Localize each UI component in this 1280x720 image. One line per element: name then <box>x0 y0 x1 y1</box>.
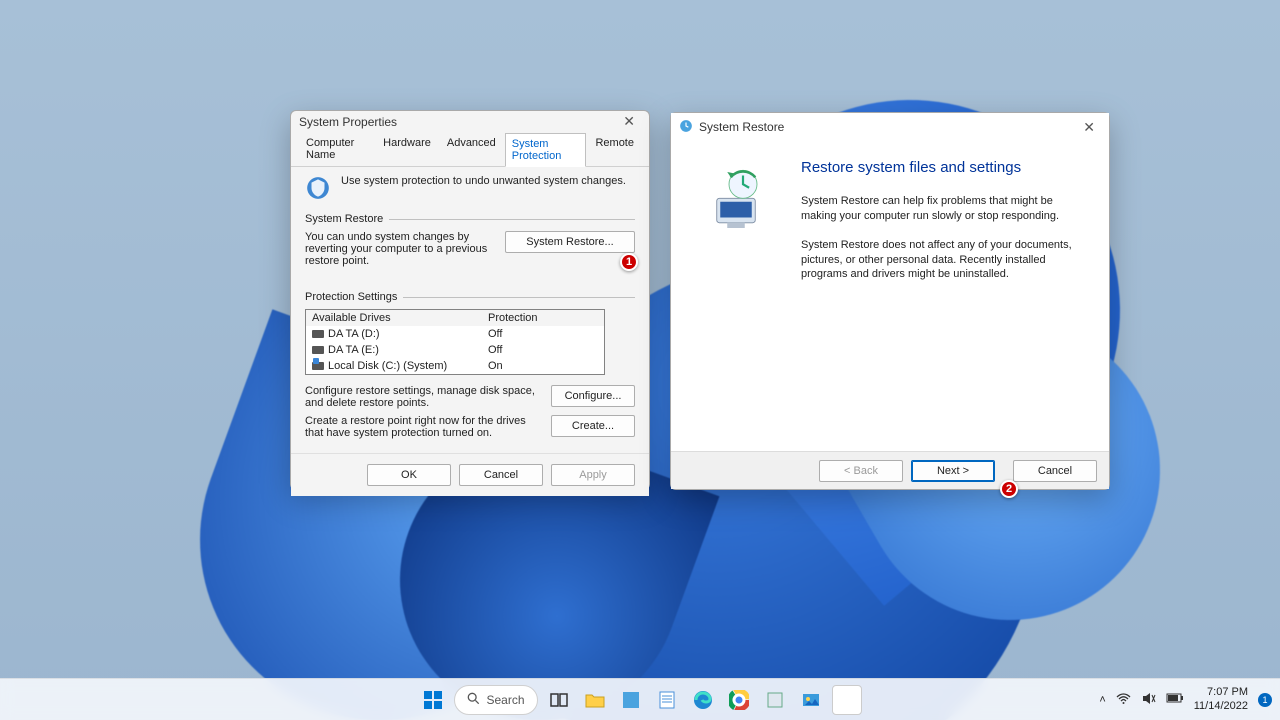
tab-computer-name[interactable]: Computer Name <box>299 132 374 166</box>
disk-icon <box>312 362 324 370</box>
create-button[interactable]: Create... <box>551 415 635 437</box>
table-row[interactable]: DA TA (E:) Off <box>306 342 604 358</box>
task-view-icon[interactable] <box>544 685 574 715</box>
restore-icon <box>679 119 693 136</box>
shield-icon <box>305 175 331 201</box>
wizard-text-1: System Restore can help fix problems tha… <box>801 194 1085 224</box>
notification-badge[interactable]: 1 <box>1258 693 1272 707</box>
close-icon[interactable]: ✕ <box>1077 117 1101 138</box>
back-button: < Back <box>819 460 903 482</box>
search-box[interactable]: Search <box>454 685 537 715</box>
create-description: Create a restore point right now for the… <box>305 415 539 439</box>
callout-badge-1: 1 <box>620 253 638 271</box>
close-icon[interactable]: ✕ <box>617 111 641 132</box>
date-text: 11/14/2022 <box>1194 700 1248 713</box>
next-button[interactable]: Next > <box>911 460 995 482</box>
wizard-graphic <box>671 141 801 451</box>
wizard-heading: Restore system files and settings <box>801 159 1085 176</box>
time-text: 7:07 PM <box>1194 686 1248 699</box>
taskbar: Search ˄ 7:07 PM 11/14/2022 1 <box>0 678 1280 720</box>
clock[interactable]: 7:07 PM 11/14/2022 <box>1194 686 1248 712</box>
titlebar[interactable]: System Restore ✕ <box>671 113 1109 141</box>
section-restore-title: System Restore <box>305 213 383 225</box>
configure-button[interactable]: Configure... <box>551 385 635 407</box>
configure-description: Configure restore settings, manage disk … <box>305 385 539 409</box>
col-header-drives: Available Drives <box>312 312 488 324</box>
cancel-button[interactable]: Cancel <box>459 464 543 486</box>
disk-icon <box>312 330 324 338</box>
volume-icon[interactable] <box>1141 691 1156 709</box>
chevron-up-icon[interactable]: ˄ <box>1099 694 1105 706</box>
battery-icon[interactable] <box>1166 692 1184 707</box>
wizard-text-2: System Restore does not affect any of yo… <box>801 238 1085 283</box>
blank-window-icon[interactable] <box>832 685 862 715</box>
col-header-protection: Protection <box>488 312 598 324</box>
start-button[interactable] <box>418 685 448 715</box>
chrome-icon[interactable] <box>724 685 754 715</box>
system-restore-wizard: System Restore ✕ Restore system files an… <box>670 112 1110 490</box>
ok-button[interactable]: OK <box>367 464 451 486</box>
wifi-icon[interactable] <box>1116 691 1131 709</box>
tab-hardware[interactable]: Hardware <box>376 132 438 166</box>
titlebar[interactable]: System Properties ✕ <box>291 111 649 132</box>
search-placeholder: Search <box>486 693 524 707</box>
tab-advanced[interactable]: Advanced <box>440 132 503 166</box>
table-row[interactable]: Local Disk (C:) (System) On <box>306 358 604 374</box>
system-properties-window: System Properties ✕ Computer Name Hardwa… <box>290 110 650 490</box>
dialog-footer: OK Cancel Apply <box>291 453 649 496</box>
search-icon <box>467 692 480 708</box>
tab-system-protection[interactable]: System Protection <box>505 133 587 167</box>
apply-button: Apply <box>551 464 635 486</box>
app-icon[interactable] <box>760 685 790 715</box>
section-protection-title: Protection Settings <box>305 291 397 303</box>
photos-icon[interactable] <box>796 685 826 715</box>
window-title: System Restore <box>699 120 784 134</box>
system-tray[interactable]: ˄ 7:07 PM 11/14/2022 1 <box>1099 679 1272 720</box>
intro-text: Use system protection to undo unwanted s… <box>341 175 626 187</box>
drives-table[interactable]: Available Drives Protection DA TA (D:) O… <box>305 309 605 375</box>
table-row[interactable]: DA TA (D:) Off <box>306 326 604 342</box>
callout-badge-2: 2 <box>1000 480 1018 498</box>
tab-remote[interactable]: Remote <box>588 132 641 166</box>
app-icon[interactable] <box>616 685 646 715</box>
restore-description: You can undo system changes by reverting… <box>305 231 493 267</box>
cancel-button[interactable]: Cancel <box>1013 460 1097 482</box>
dialog-body: Use system protection to undo unwanted s… <box>291 167 649 453</box>
window-title: System Properties <box>299 115 397 129</box>
system-restore-button[interactable]: System Restore... <box>505 231 635 253</box>
wizard-footer: < Back Next > Cancel <box>671 451 1109 489</box>
tab-strip: Computer Name Hardware Advanced System P… <box>291 132 649 167</box>
disk-icon <box>312 346 324 354</box>
file-explorer-icon[interactable] <box>580 685 610 715</box>
edge-icon[interactable] <box>688 685 718 715</box>
notepad-icon[interactable] <box>652 685 682 715</box>
